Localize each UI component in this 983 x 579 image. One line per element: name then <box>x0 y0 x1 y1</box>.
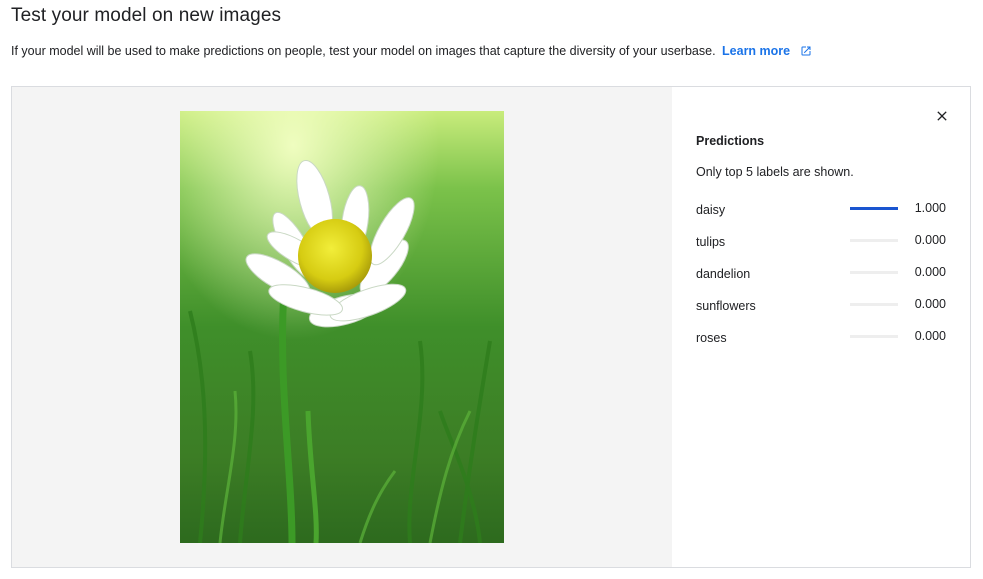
prediction-bar <box>850 239 898 242</box>
prediction-row-daisy: daisy 1.000 <box>696 201 956 233</box>
prediction-label: daisy <box>696 203 726 217</box>
prediction-label: sunflowers <box>696 299 756 313</box>
image-preview-pane <box>12 87 672 567</box>
prediction-score: 1.000 <box>914 201 946 215</box>
prediction-row-sunflowers: sunflowers 0.000 <box>696 297 956 329</box>
predictions-title: Predictions <box>696 134 765 148</box>
prediction-score: 0.000 <box>914 297 946 311</box>
test-image-card: Predictions Only top 5 labels are shown.… <box>11 86 971 568</box>
close-button[interactable] <box>931 105 953 127</box>
subtitle-text: If your model will be used to make predi… <box>11 44 716 58</box>
prediction-row-roses: roses 0.000 <box>696 329 956 361</box>
test-image <box>180 111 504 543</box>
learn-more-link[interactable]: Learn more <box>722 44 790 58</box>
prediction-row-tulips: tulips 0.000 <box>696 233 956 265</box>
page-subtitle: If your model will be used to make predi… <box>11 44 812 60</box>
prediction-bar <box>850 303 898 306</box>
prediction-label: tulips <box>696 235 726 249</box>
page-title: Test your model on new images <box>11 5 282 26</box>
prediction-score: 0.000 <box>914 233 946 247</box>
open-in-new-icon[interactable] <box>800 45 812 60</box>
prediction-score: 0.000 <box>914 329 946 343</box>
prediction-bar <box>850 271 898 274</box>
prediction-row-dandelion: dandelion 0.000 <box>696 265 956 297</box>
prediction-bar <box>850 335 898 338</box>
prediction-bar-fill <box>850 207 898 210</box>
prediction-label: roses <box>696 331 727 345</box>
close-icon <box>937 111 947 121</box>
prediction-label: dandelion <box>696 267 751 281</box>
predictions-list: daisy 1.000 tulips 0.000 dandelion 0.000 sunfl… <box>696 201 956 361</box>
prediction-score: 0.000 <box>914 265 946 279</box>
prediction-bar <box>850 207 898 210</box>
predictions-note: Only top 5 labels are shown. <box>696 165 854 179</box>
